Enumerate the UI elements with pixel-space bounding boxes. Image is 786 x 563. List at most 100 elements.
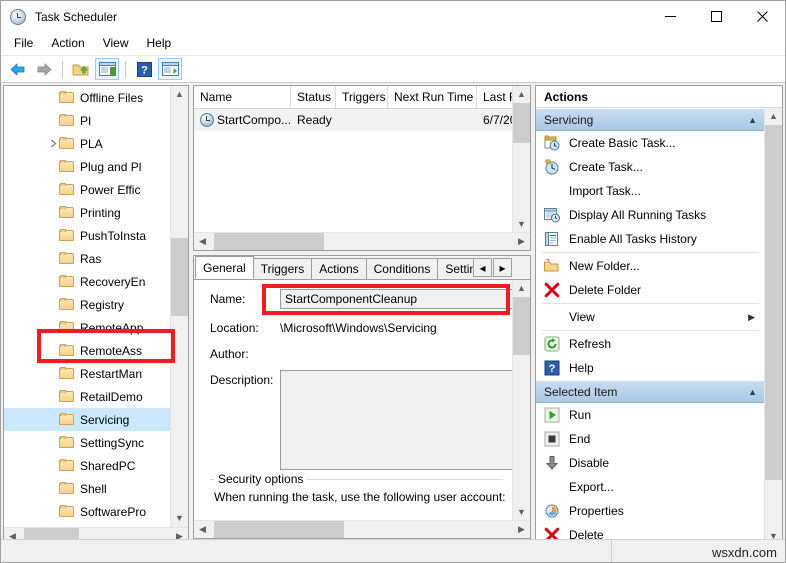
show-hide-console-tree-icon[interactable] — [95, 58, 119, 80]
tree-scroll-thumb[interactable] — [171, 238, 188, 316]
actions-group-header-selected-item[interactable]: Selected Item ▲ — [536, 380, 765, 403]
detail-scroll-left-button[interactable]: ◀ — [194, 521, 211, 538]
action-item-refresh[interactable]: Refresh — [536, 332, 765, 356]
tasklist-scroll-up-button[interactable]: ▲ — [513, 86, 530, 103]
tab-conditions[interactable]: Conditions — [365, 258, 439, 279]
tree-item-ras[interactable]: Ras — [4, 247, 171, 270]
delete-folder-icon — [544, 282, 560, 298]
minimize-button[interactable] — [647, 1, 693, 32]
tree-item-printing[interactable]: Printing — [4, 201, 171, 224]
tree-item-restartman[interactable]: RestartMan — [4, 362, 171, 385]
forward-arrow-icon[interactable] — [32, 58, 56, 80]
action-item-disable[interactable]: Disable — [536, 451, 765, 475]
action-item-help[interactable]: ? Help — [536, 356, 765, 380]
tree-item-shell[interactable]: Shell — [4, 477, 171, 500]
menu-view[interactable]: View — [94, 33, 138, 54]
detail-scroll-right-button[interactable]: ▶ — [513, 521, 530, 538]
action-item-display-all-running-tasks[interactable]: Display All Running Tasks — [536, 203, 765, 227]
tree-horizontal-scrollbar[interactable]: ◀ ▶ — [4, 527, 188, 539]
chevron-right-icon[interactable] — [48, 139, 58, 149]
maximize-button[interactable] — [693, 1, 739, 32]
actions-scroll-down-button[interactable]: ▼ — [765, 528, 782, 539]
tree-item-sharedpc[interactable]: SharedPC — [4, 454, 171, 477]
tasklist-hscroll-thumb[interactable] — [214, 233, 324, 250]
show-hide-action-pane-icon[interactable] — [158, 58, 182, 80]
column-header-triggers[interactable]: Triggers — [336, 86, 388, 108]
tasklist-scroll-left-button[interactable]: ◀ — [194, 233, 211, 250]
action-item-properties[interactable]: Properties — [536, 499, 765, 523]
tasklist-scroll-right-button[interactable]: ▶ — [513, 233, 530, 250]
tree-item-recoveryen[interactable]: RecoveryEn — [4, 270, 171, 293]
detail-scroll-up-button[interactable]: ▲ — [513, 280, 530, 297]
tab-next-button[interactable]: ▸ — [493, 258, 512, 277]
action-item-run[interactable]: Run — [536, 403, 765, 427]
tree-scroll-left-button[interactable]: ◀ — [4, 528, 21, 540]
tab-prev-button[interactable]: ◂ — [473, 258, 492, 277]
tree-item-retaildemo[interactable]: RetailDemo — [4, 385, 171, 408]
tree-item-pushtoinsta[interactable]: PushToInsta — [4, 224, 171, 247]
detail-hscroll-thumb[interactable] — [214, 521, 344, 538]
action-item-view[interactable]: View ▶ — [536, 305, 765, 329]
detail-scroll-thumb[interactable] — [513, 297, 530, 355]
tree-item-softwarepro[interactable]: SoftwarePro — [4, 500, 171, 523]
tree-hscroll-thumb[interactable] — [24, 528, 79, 539]
back-arrow-icon[interactable] — [6, 58, 30, 80]
tree-item-registry[interactable]: Registry — [4, 293, 171, 316]
tree-scroll-right-button[interactable]: ▶ — [171, 528, 188, 540]
action-item-export[interactable]: Export... — [536, 475, 765, 499]
tree-item-servicing[interactable]: Servicing — [4, 408, 171, 431]
detail-tab-strip: GeneralTriggersActionsConditionsSettings… — [194, 256, 530, 280]
action-item-import-task[interactable]: Import Task... — [536, 179, 765, 203]
up-folder-icon[interactable] — [69, 58, 93, 80]
collapse-arrow-icon[interactable]: ▲ — [748, 115, 757, 125]
action-item-create-task[interactable]: Create Task... — [536, 155, 765, 179]
tree-item-label: SettingSync — [80, 435, 145, 450]
actions-group-header-servicing[interactable]: Servicing ▲ — [536, 108, 765, 131]
tasklist-scroll-down-button[interactable]: ▼ — [513, 216, 530, 233]
menu-action[interactable]: Action — [42, 33, 93, 54]
menu-file[interactable]: File — [5, 33, 42, 54]
action-item-new-folder[interactable]: New Folder... — [536, 254, 765, 278]
action-item-delete-folder[interactable]: Delete Folder — [536, 278, 765, 302]
actions-scroll-thumb[interactable] — [765, 125, 782, 480]
help-icon[interactable]: ? — [132, 58, 156, 80]
tab-settings[interactable]: Settings — [437, 258, 477, 279]
column-header-status[interactable]: Status — [291, 86, 336, 108]
tasklist-scroll-thumb[interactable] — [513, 103, 530, 143]
action-item-end[interactable]: End — [536, 427, 765, 451]
description-input[interactable] — [280, 370, 513, 470]
tree-item-pla[interactable]: PLA — [4, 132, 171, 155]
tree-item-offline-files[interactable]: Offline Files — [4, 86, 171, 109]
detail-horizontal-scrollbar[interactable]: ◀ ▶ — [194, 520, 530, 538]
tab-triggers[interactable]: Triggers — [252, 258, 313, 279]
tree-item-remoteass[interactable]: RemoteAss — [4, 339, 171, 362]
detail-scroll-down-button[interactable]: ▼ — [513, 504, 530, 521]
table-row[interactable]: StartCompo... Ready 6/7/202 — [194, 109, 530, 131]
column-header-next-run-time[interactable]: Next Run Time — [388, 86, 477, 108]
tree-item-pi[interactable]: PI — [4, 109, 171, 132]
action-item-create-basic-task[interactable]: Create Basic Task... — [536, 131, 765, 155]
tree-vertical-scrollbar[interactable]: ▲ ▼ — [170, 86, 188, 527]
actions-separator — [542, 330, 759, 331]
tree-item-label: RecoveryEn — [80, 274, 146, 289]
action-item-delete[interactable]: Delete — [536, 523, 765, 539]
tab-actions[interactable]: Actions — [311, 258, 367, 279]
collapse-arrow-icon[interactable]: ▲ — [748, 387, 757, 397]
tasklist-vertical-scrollbar[interactable]: ▲ ▼ — [512, 86, 530, 233]
tree-item-settingsync[interactable]: SettingSync — [4, 431, 171, 454]
actions-vertical-scrollbar[interactable]: ▲ ▼ — [764, 108, 782, 539]
actions-scroll-up-button[interactable]: ▲ — [765, 108, 782, 125]
tree-item-remoteapp[interactable]: RemoteApp — [4, 316, 171, 339]
close-button[interactable] — [739, 1, 785, 32]
tasklist-horizontal-scrollbar[interactable]: ◀ ▶ — [194, 232, 530, 250]
tree-item-power-effic[interactable]: Power Effic — [4, 178, 171, 201]
tree-scroll-up-button[interactable]: ▲ — [171, 86, 188, 103]
tree-scroll-down-button[interactable]: ▼ — [171, 510, 188, 527]
menu-help[interactable]: Help — [138, 33, 181, 54]
tab-general[interactable]: General — [195, 256, 254, 279]
detail-vertical-scrollbar[interactable]: ▲ ▼ — [512, 280, 530, 521]
task-name-input[interactable]: StartComponentCleanup — [280, 289, 513, 309]
action-item-enable-all-tasks-history[interactable]: Enable All Tasks History — [536, 227, 765, 251]
column-header-name[interactable]: Name — [194, 86, 291, 108]
tree-item-plug-and-pl[interactable]: Plug and Pl — [4, 155, 171, 178]
